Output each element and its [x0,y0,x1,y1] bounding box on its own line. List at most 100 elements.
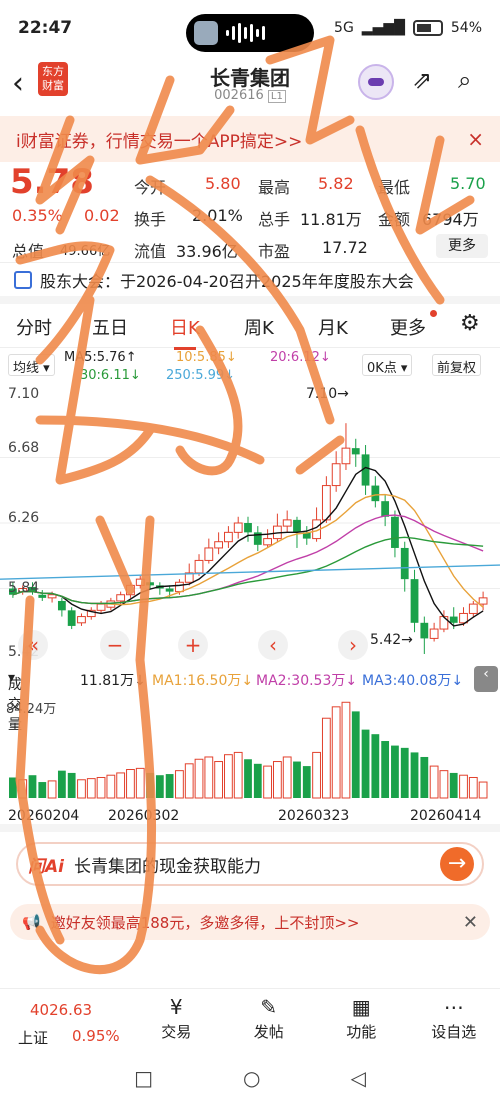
battery-icon [412,20,443,36]
ma10-value: 10:5.85↓ [176,350,237,365]
yuan-icon: ¥ [169,995,183,1019]
tab-monthly-k[interactable]: 月K [318,314,348,340]
open-label: 今开 [134,178,167,197]
change-amount: 0.02 [84,206,120,225]
scroll-right-icon[interactable]: › [338,630,368,660]
candle-body [47,594,57,599]
volume-bar [253,763,262,798]
candle-body [341,447,351,465]
volume-bar [282,756,292,799]
more-button[interactable]: 更多 [436,234,488,258]
nav-back-icon[interactable]: ◁ [350,1066,365,1090]
candle-body [321,485,331,521]
volume-bar [214,761,224,799]
volume-select[interactable]: 成交量 ▾ [8,670,22,733]
tab-more[interactable]: 更多 [390,314,426,340]
candle-body [165,588,174,592]
zoom-in-icon[interactable]: + [178,630,208,660]
search-icon[interactable]: ⌕ [458,66,471,94]
volume-chart[interactable]: 84.24万 [0,694,500,804]
shareholder-notice[interactable]: 股东大会：于2026-04-20召开2025年年度股东大会 [0,262,500,304]
candle-body [214,541,224,549]
candle-body [429,628,439,639]
candle-body [331,463,341,487]
volume-bar [18,779,28,799]
candle-body [67,610,76,626]
close-icon[interactable]: ✕ [463,912,478,933]
ma20-value: 20:6.12↓ [270,350,331,365]
pe-label: 市盈 [258,242,291,261]
function-button[interactable]: ▦ 功能 [315,989,408,1050]
settings-gear-icon[interactable]: ⚙ [460,311,480,336]
tab-five-day[interactable]: 五日 [92,314,128,340]
kline-chart[interactable]: 7.10 6.68 6.26 5.84 5.42 7.10→ 5.42→ « −… [0,386,500,666]
volume-bar [400,747,409,798]
dynamic-island[interactable] [186,14,314,52]
low-value: 5.70 [450,174,486,193]
ma250-line [0,564,500,580]
promo-banner[interactable]: i财富证券，行情交易一个APP搞定>> × [0,116,500,162]
trade-button[interactable]: ¥ 交易 [130,989,223,1050]
volume-bar [165,774,174,798]
high-value: 5.82 [318,174,354,193]
ma30-value: 30:6.11↓ [80,368,141,383]
close-icon[interactable]: × [467,127,484,151]
volume-bar [272,761,282,799]
volume-bar [184,763,194,799]
y-axis-mid2: 6.26 [8,510,40,526]
tab-intraday[interactable]: 分时 [16,314,52,340]
volume-bar [96,776,106,799]
assistant-avatar[interactable] [358,64,394,100]
volume-bar [38,782,47,798]
date-label: 20260302 [108,808,180,824]
volume-bar [459,774,468,799]
index-ticker[interactable]: 4026.63 上证 0.95% [0,989,130,1050]
volume-bar [116,772,126,799]
volume-bar [449,772,458,798]
candle-body [244,523,252,533]
scroll-left-fast-icon[interactable]: « [18,630,48,660]
ma5-value: MA5:5.76↑ [64,350,137,365]
point-select[interactable]: 0K点 ▾ [362,354,413,376]
indicator-select[interactable]: 均线 ▾ [8,354,55,376]
candle-body [146,582,154,586]
volume-bar [468,776,478,799]
home-icon[interactable]: ○ [243,1066,260,1090]
share-icon[interactable]: ⇗ [412,66,432,94]
recent-apps-icon[interactable]: □ [134,1066,153,1090]
signal-icon: ▂▄▆█ [361,20,405,36]
mcap-value: 49.66亿 [60,244,111,259]
amount-label: 金额 [378,210,411,229]
candle-body [224,531,233,543]
tab-daily-k[interactable]: 日K [170,314,200,350]
volume-bar [293,761,301,798]
y-axis-mid1: 6.68 [8,440,40,456]
ai-question: 长青集团的现金获取能力 [73,856,261,877]
invite-banner[interactable]: 📢 邀好友领最高188元，多邀多得，上不封顶>> ✕ [10,904,490,940]
status-icons: 5G ▂▄▆█ 54% [334,20,482,36]
collapse-icon[interactable]: ‹ [474,666,498,692]
promo-text: i财富证券，行情交易一个APP搞定>> [16,131,303,152]
ai-section: 问Ai 长青集团的现金获取能力 → [0,832,500,896]
volume-axis-max: 84.24万 [6,702,57,717]
candle-body [233,522,243,533]
post-button[interactable]: ✎ 发帖 [223,989,316,1050]
adjust-select[interactable]: 前复权 [432,354,482,376]
volume-bar [321,717,331,799]
battery-level: 54% [450,20,482,36]
tab-weekly-k[interactable]: 周K [244,314,274,340]
index-percent: 0.95% [72,1027,120,1045]
candle-body [400,547,409,580]
volume-bar [420,756,429,798]
scroll-left-icon[interactable]: ‹ [258,630,288,660]
arrow-right-icon[interactable]: → [440,847,474,881]
zoom-out-icon[interactable]: − [100,630,130,660]
ma250-value: 250:5.99↓ [166,368,236,383]
add-watchlist-button[interactable]: ⋯ 设自选 [408,989,500,1050]
y-axis-top: 7.10 [8,386,40,402]
turnover-value: 2.01% [192,206,243,225]
volume-bar [146,772,154,798]
kline-svg [0,423,500,654]
candle-body [371,485,380,502]
ai-prompt[interactable]: 问Ai 长青集团的现金获取能力 → [16,842,484,886]
